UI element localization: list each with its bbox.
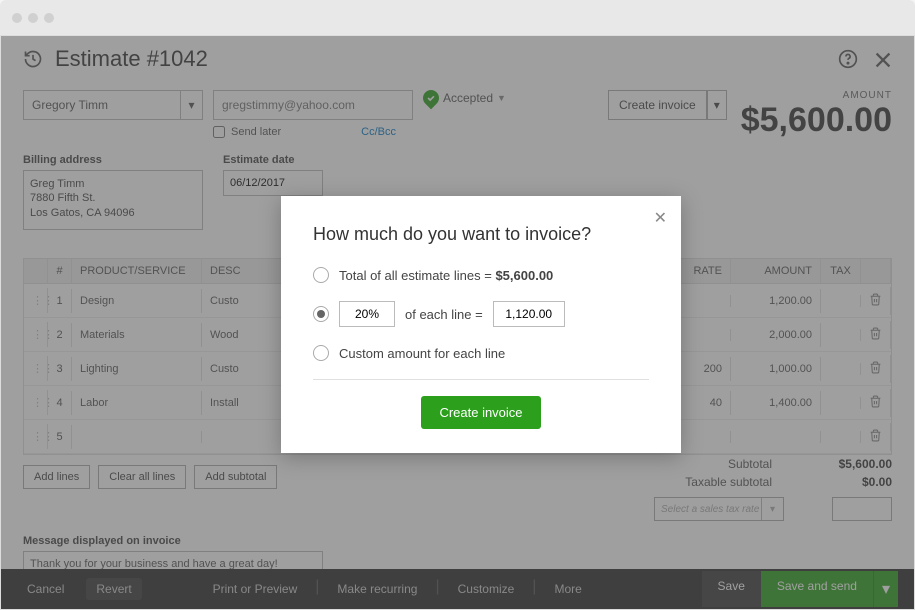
chrome-dot <box>44 13 54 23</box>
chrome-dot <box>12 13 22 23</box>
percent-input[interactable] <box>339 301 395 327</box>
invoice-amount-modal: ✕ How much do you want to invoice? Total… <box>281 196 681 453</box>
radio-icon[interactable] <box>313 345 329 361</box>
radio-icon[interactable] <box>313 267 329 283</box>
radio-icon[interactable] <box>313 306 329 322</box>
create-invoice-button[interactable]: Create invoice <box>421 396 540 429</box>
option-percent-row[interactable]: of each line = <box>313 301 649 327</box>
option-custom-row[interactable]: Custom amount for each line <box>313 345 649 361</box>
browser-chrome <box>0 0 915 35</box>
modal-title: How much do you want to invoice? <box>313 224 649 245</box>
divider <box>313 379 649 380</box>
chrome-dot <box>28 13 38 23</box>
option-total-row[interactable]: Total of all estimate lines = $5,600.00 <box>313 267 649 283</box>
computed-amount-input[interactable] <box>493 301 565 327</box>
close-icon[interactable]: ✕ <box>654 208 667 228</box>
